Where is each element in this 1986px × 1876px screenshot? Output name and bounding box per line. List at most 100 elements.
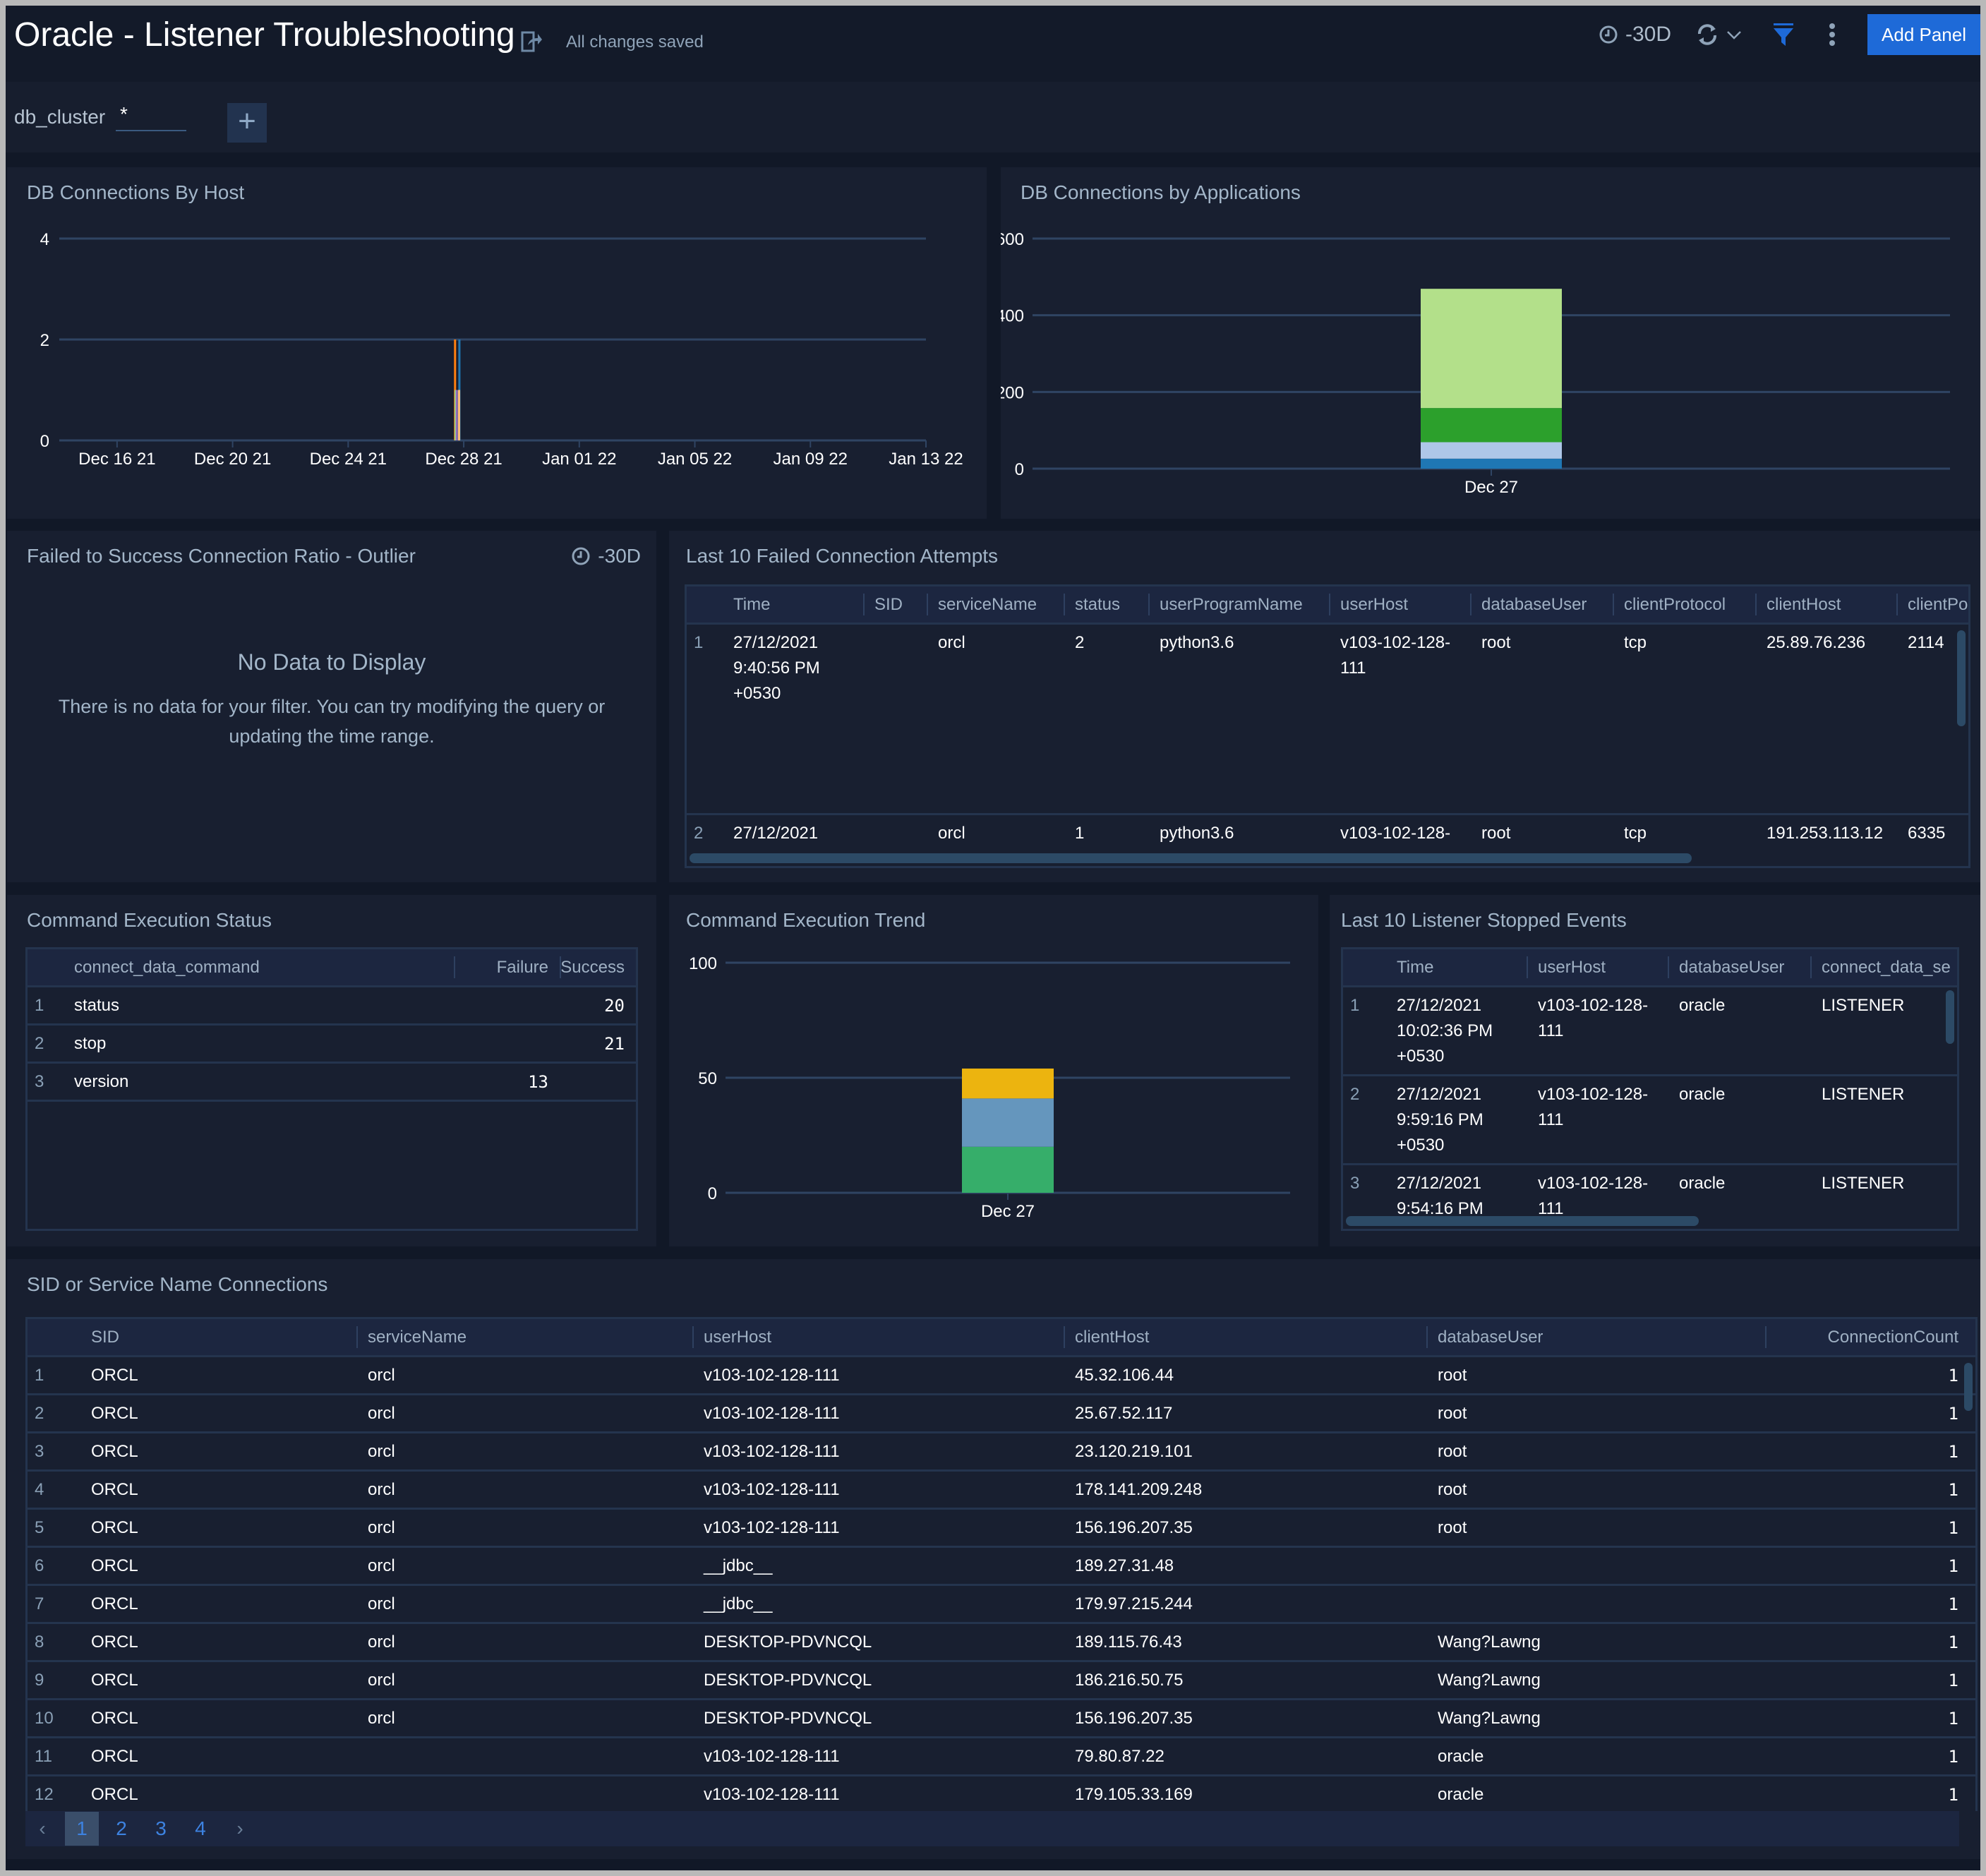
- row-index: 10: [35, 1709, 54, 1728]
- cell-client-port: 6335: [1908, 824, 1946, 843]
- column-header[interactable]: databaseUser: [1470, 587, 1613, 623]
- cell-user-host: v103-102-128-111: [1538, 996, 1649, 1040]
- column-header[interactable]: userHost: [1329, 587, 1470, 623]
- x-tick-label: Dec 28 21: [425, 450, 502, 469]
- more-vertical-icon[interactable]: [1828, 23, 1836, 47]
- table-row[interactable]: 6 ORCL orcl __jdbc__ 189.27.31.48 1: [28, 1548, 1975, 1586]
- db-cluster-filter-input[interactable]: *: [116, 103, 186, 131]
- page-title: Oracle - Listener Troubleshooting: [14, 16, 515, 54]
- refresh-button[interactable]: [1695, 23, 1743, 47]
- row-index: 8: [35, 1633, 44, 1652]
- cell-user-host: __jdbc__: [704, 1556, 773, 1575]
- cell-client-host: 189.27.31.48: [1075, 1556, 1174, 1575]
- column-header[interactable]: clientHost: [1064, 1319, 1426, 1355]
- row-index: 3: [35, 1072, 44, 1091]
- table-row[interactable]: 2 ORCL orcl v103-102-128-111 25.67.52.117 roo…: [28, 1395, 1975, 1433]
- column-header-index: [687, 587, 722, 623]
- table-row[interactable]: 9 ORCL orcl DESKTOP-PDVNCQL 186.216.50.75 Wan…: [28, 1662, 1975, 1700]
- table-row[interactable]: 1 status 20: [28, 987, 636, 1026]
- column-header[interactable]: databaseUser: [1426, 1319, 1765, 1355]
- page-button-2[interactable]: 2: [104, 1812, 138, 1846]
- table-row[interactable]: 1 ORCL orcl v103-102-128-111 45.32.106.44 roo…: [28, 1357, 1975, 1395]
- panel-time-range[interactable]: -30D: [571, 545, 641, 567]
- cell-database-user: oracle: [1438, 1785, 1484, 1804]
- table-row[interactable]: 10 ORCL orcl DESKTOP-PDVNCQL 156.196.207.35 W…: [28, 1700, 1975, 1738]
- cell-database-user: Wang?Lawng: [1438, 1633, 1541, 1652]
- pagination: ‹ 1 2 3 4 ›: [25, 1811, 1959, 1846]
- table-row[interactable]: 3 version 13: [28, 1064, 636, 1102]
- panel-title[interactable]: Command Execution Status: [27, 909, 272, 932]
- cell-time: 27/12/2021 9:59:16 PM +0530: [1397, 1085, 1484, 1155]
- column-header[interactable]: ConnectionCount: [1765, 1319, 1970, 1355]
- cell-success: 21: [604, 1034, 625, 1054]
- panel-title[interactable]: SID or Service Name Connections: [27, 1273, 327, 1296]
- table-row[interactable]: 8 ORCL orcl DESKTOP-PDVNCQL 189.115.76.43 Wan…: [28, 1624, 1975, 1662]
- column-header[interactable]: connect_data_command: [63, 949, 454, 985]
- page-button-4[interactable]: 4: [183, 1812, 217, 1846]
- column-header[interactable]: status: [1064, 587, 1148, 623]
- column-header[interactable]: userHost: [692, 1319, 1064, 1355]
- row-index: 2: [35, 1404, 44, 1423]
- next-page-button[interactable]: ›: [223, 1812, 257, 1846]
- row-index: 1: [35, 1366, 44, 1385]
- panel-title[interactable]: Last 10 Listener Stopped Events: [1341, 909, 1627, 932]
- command-execution-trend-chart: 0 50 100 Dec 27: [689, 954, 1290, 1221]
- vertical-scrollbar[interactable]: [1946, 990, 1954, 1044]
- cell-time: 27/12/2021 9:40:56 PM +0530: [733, 633, 820, 703]
- column-header[interactable]: clientProtocol: [1613, 587, 1755, 623]
- bar-segment-app-2: [1421, 442, 1562, 459]
- table-row[interactable]: 1 27/12/2021 10:02:36 PM +0530 v103-102-…: [1343, 987, 1957, 1076]
- table-row[interactable]: 2 27/12/2021 9:59:16 PM +0530 v103-102-1…: [1343, 1076, 1957, 1165]
- page-button-3[interactable]: 3: [144, 1812, 178, 1846]
- column-header[interactable]: clientHost: [1755, 587, 1896, 623]
- table-row[interactable]: 11 ORCL v103-102-128-111 79.80.87.22 oracle 1: [28, 1738, 1975, 1776]
- cell-sid: ORCL: [91, 1518, 138, 1537]
- column-header[interactable]: userProgramName: [1148, 587, 1329, 623]
- column-header-index: [28, 949, 63, 985]
- vertical-scrollbar[interactable]: [1964, 1363, 1973, 1411]
- cell-service-name: orcl: [368, 1556, 395, 1575]
- panel-title[interactable]: Last 10 Failed Connection Attempts: [686, 545, 998, 567]
- cell-sid: ORCL: [91, 1671, 138, 1690]
- column-header[interactable]: Failure: [454, 949, 560, 985]
- listener-stopped-table: Time userHost databaseUser connect_data_…: [1341, 947, 1959, 1231]
- share-icon[interactable]: [521, 30, 542, 54]
- table-row[interactable]: 1 27/12/2021 9:40:56 PM +0530 orcl 2 pyt…: [687, 625, 1968, 815]
- column-header[interactable]: userHost: [1527, 949, 1668, 985]
- table-row[interactable]: 2 stop 21: [28, 1026, 636, 1064]
- column-header[interactable]: Time: [722, 587, 863, 623]
- add-panel-button[interactable]: Add Panel: [1867, 14, 1980, 55]
- table-row[interactable]: 5 ORCL orcl v103-102-128-111 156.196.207.35 r…: [28, 1510, 1975, 1548]
- x-tick-label: Dec 24 21: [310, 450, 387, 469]
- page-button-1[interactable]: 1: [65, 1812, 99, 1846]
- bar-segment-status: [962, 1146, 1054, 1193]
- chevron-down-icon[interactable]: [1725, 28, 1743, 42]
- column-header[interactable]: SID: [80, 1319, 356, 1355]
- table-row[interactable]: 3 ORCL orcl v103-102-128-111 23.120.219.101 r…: [28, 1433, 1975, 1472]
- table-row[interactable]: 7 ORCL orcl __jdbc__ 179.97.215.244 1: [28, 1586, 1975, 1624]
- cell-command: version: [74, 1072, 129, 1091]
- cell-user-host: DESKTOP-PDVNCQL: [704, 1671, 872, 1690]
- column-header[interactable]: serviceName: [927, 587, 1064, 623]
- column-header[interactable]: connect_data_se: [1810, 949, 1957, 985]
- cell-failure: [454, 1026, 560, 1062]
- cell-sid: ORCL: [91, 1404, 138, 1423]
- column-header[interactable]: Time: [1385, 949, 1527, 985]
- column-header[interactable]: SID: [863, 587, 927, 623]
- column-header[interactable]: serviceName: [356, 1319, 692, 1355]
- vertical-scrollbar[interactable]: [1957, 630, 1966, 726]
- panel-title[interactable]: Failed to Success Connection Ratio - Out…: [27, 545, 416, 567]
- column-header[interactable]: databaseUser: [1668, 949, 1810, 985]
- filter-icon[interactable]: [1773, 23, 1794, 47]
- time-range-label: -30D: [598, 545, 641, 567]
- time-range-selector[interactable]: -30D: [1599, 23, 1671, 47]
- add-filter-button[interactable]: +: [227, 103, 267, 143]
- horizontal-scrollbar[interactable]: [690, 853, 1692, 863]
- table-row[interactable]: 4 ORCL orcl v103-102-128-111 178.141.209.248…: [28, 1472, 1975, 1510]
- column-header[interactable]: Success: [560, 949, 636, 985]
- horizontal-scrollbar[interactable]: [1346, 1216, 1699, 1226]
- column-header[interactable]: clientPo: [1896, 587, 1968, 623]
- cell-service-name: orcl: [368, 1594, 395, 1613]
- previous-page-button[interactable]: ‹: [25, 1812, 59, 1846]
- table-row[interactable]: 12 ORCL v103-102-128-111 179.105.33.169 orac…: [28, 1776, 1975, 1811]
